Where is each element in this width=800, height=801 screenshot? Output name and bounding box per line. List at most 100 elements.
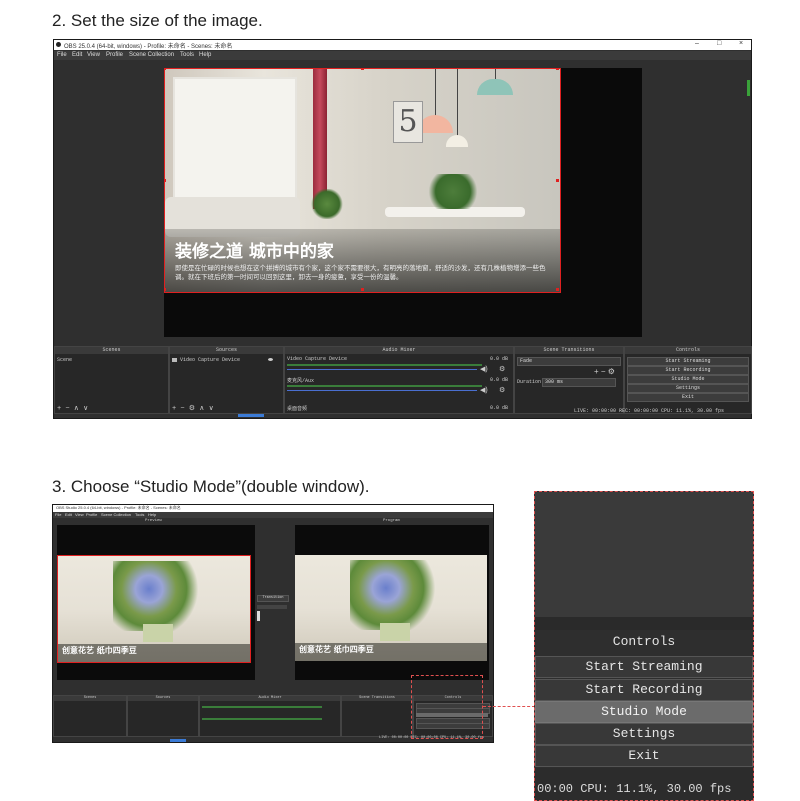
controls-title: Controls [612, 634, 676, 649]
close-button[interactable]: × [739, 40, 743, 47]
menu-help[interactable]: Help [199, 52, 211, 58]
resize-handle[interactable] [165, 69, 166, 70]
step2-heading: 2. Set the size of the image. [52, 11, 263, 30]
callout-connector [483, 706, 535, 707]
gear-icon[interactable]: ⚙ [499, 386, 505, 394]
menu-profile[interactable]: Profile [86, 512, 97, 517]
menu-file[interactable]: File [57, 52, 67, 58]
volume-meter [202, 718, 322, 720]
exit-button[interactable]: Exit [627, 393, 749, 402]
resize-handle[interactable] [165, 288, 166, 291]
exit-button[interactable]: Exit [535, 745, 753, 767]
maximize-button[interactable]: □ [717, 40, 721, 47]
dock-title: Scene Transitions [515, 347, 623, 354]
lamp-graphic [477, 79, 513, 95]
controls-dock: Controls Start Streaming Start Recording… [624, 346, 752, 414]
source-toolbar[interactable]: + − ⚙ ∧ ∨ [172, 404, 214, 413]
tbar-handle[interactable] [257, 611, 260, 621]
source-image[interactable]: 5 装修之道 城市中的家 即使是在忙碌的时候也想在这个拼搏的城市有个家，这个家不… [164, 68, 561, 293]
settings-button[interactable]: Settings [535, 723, 753, 745]
window-title: OBS 25.0.4 (64-bit, windows) - Profile: … [64, 44, 233, 50]
dock-title: Scene Transitions [342, 696, 412, 701]
menu-bar: File Edit View Profile Scene Collection … [54, 51, 751, 60]
start-streaming-button[interactable]: Start Streaming [535, 656, 753, 678]
resize-handle[interactable] [361, 69, 364, 70]
menu-edit[interactable]: Edit [72, 52, 82, 58]
dock-title: Scenes [55, 347, 168, 354]
lamp-graphic [435, 69, 436, 117]
preview-image[interactable]: 创意花艺 纸巾四季豆 [57, 555, 251, 663]
menu-scene-collection[interactable]: Scene Collection [129, 52, 174, 58]
gear-icon[interactable]: ⚙ [499, 365, 505, 373]
wall-art: 5 [393, 101, 423, 143]
resize-handle[interactable] [361, 288, 364, 291]
status-text: 00:00 CPU: 11.1%, 30.00 fps [537, 782, 732, 796]
transition-select[interactable]: Fade [517, 357, 621, 366]
scene-item[interactable]: Scene [57, 357, 72, 363]
audio-meter-strip [747, 80, 750, 96]
mixer-channel-name: 麦克风/Aux [287, 378, 315, 384]
sources-dock: Sources Video Capture Device + − ⚙ ∧ ∨ [169, 346, 284, 414]
resize-handle[interactable] [556, 288, 559, 291]
mixer-channel-db: 0.0 dB [490, 405, 509, 411]
curtain-graphic [313, 69, 327, 209]
menu-view[interactable]: View [75, 512, 84, 517]
visibility-icon[interactable] [268, 358, 273, 361]
menu-view[interactable]: View [87, 52, 100, 58]
obs-logo-icon [56, 42, 61, 47]
preview-pane[interactable]: 创意花艺 纸巾四季豆 [57, 525, 255, 680]
obs-window-step3: OBS Studio 25.0.4 (64-bit, windows) - Pr… [52, 504, 494, 743]
controls-zoom-panel: Controls Start Streaming Start Recording… [534, 491, 754, 801]
vase-graphic [143, 624, 173, 642]
mixer-channel-name: Video Capture Device [287, 356, 348, 362]
window-graphic [173, 77, 297, 211]
source-item[interactable]: Video Capture Device [180, 357, 240, 363]
start-streaming-button[interactable]: Start Streaming [627, 357, 749, 366]
controls-highlight [411, 675, 483, 739]
volume-slider[interactable] [287, 369, 477, 370]
zoom-dock-background [535, 492, 753, 617]
resize-handle[interactable] [556, 179, 559, 182]
transition-toolbar[interactable]: + − ⚙ [594, 367, 615, 376]
duration-input[interactable]: 300 ms [542, 378, 616, 387]
menu-scene-collection[interactable]: Scene Collection [101, 512, 131, 517]
mixer-channel-name: 桌面音频 [287, 406, 308, 412]
dock-title: Sources [128, 696, 198, 701]
resize-handle[interactable] [165, 179, 166, 182]
vase-graphic [380, 623, 410, 641]
start-recording-button[interactable]: Start Recording [627, 366, 749, 375]
transition-slider[interactable] [257, 605, 287, 609]
volume-meter [287, 364, 482, 366]
menu-profile[interactable]: Profile [106, 52, 123, 58]
menu-tools[interactable]: Tools [135, 512, 144, 517]
volume-slider[interactable] [287, 390, 477, 391]
status-bar: LIVE: 00:00:00 REC: 00:00:00 CPU: 11.1%,… [574, 408, 725, 414]
menu-edit[interactable]: Edit [65, 512, 72, 517]
start-recording-button[interactable]: Start Recording [535, 679, 753, 701]
step3-heading: 3. Choose “Studio Mode”(double window). [52, 477, 370, 496]
menu-file[interactable]: File [55, 512, 61, 517]
lamp-graphic [446, 135, 468, 147]
speaker-icon[interactable]: ◀) [480, 365, 488, 373]
dock-title: Sources [170, 347, 283, 354]
menu-help[interactable]: Help [148, 512, 156, 517]
menu-bar: File Edit View Profile Scene Collection … [53, 512, 493, 518]
settings-button[interactable]: Settings [627, 384, 749, 393]
studio-mode-button[interactable]: Studio Mode [535, 701, 753, 723]
taskbar-indicator [170, 739, 186, 742]
audio-mixer-dock: Audio Mixer Video Capture Device 0.0 dB … [284, 346, 514, 414]
mixer-channel-db: 0.0 dB [490, 356, 509, 362]
minimize-button[interactable]: – [695, 40, 699, 47]
scene-toolbar[interactable]: + − ∧ ∨ [57, 404, 88, 413]
studio-mode-button[interactable]: Studio Mode [627, 375, 749, 384]
transition-button[interactable]: Transition [257, 595, 289, 602]
title-bar: OBS Studio 25.0.4 (64-bit, windows) - Pr… [53, 505, 493, 512]
mixer-channel-db: 0.0 dB [490, 377, 509, 383]
image-title: 创意花艺 纸巾四季豆 [299, 644, 374, 654]
audio-mixer-dock: Audio Mixer [199, 695, 341, 737]
speaker-icon[interactable]: ◀) [480, 386, 488, 394]
resize-handle[interactable] [556, 69, 559, 70]
preview-canvas[interactable]: 5 装修之道 城市中的家 即使是在忙碌的时候也想在这个拼搏的城市有个家，这个家不… [164, 68, 642, 337]
dock-title: Scenes [54, 696, 126, 701]
menu-tools[interactable]: Tools [180, 52, 194, 58]
